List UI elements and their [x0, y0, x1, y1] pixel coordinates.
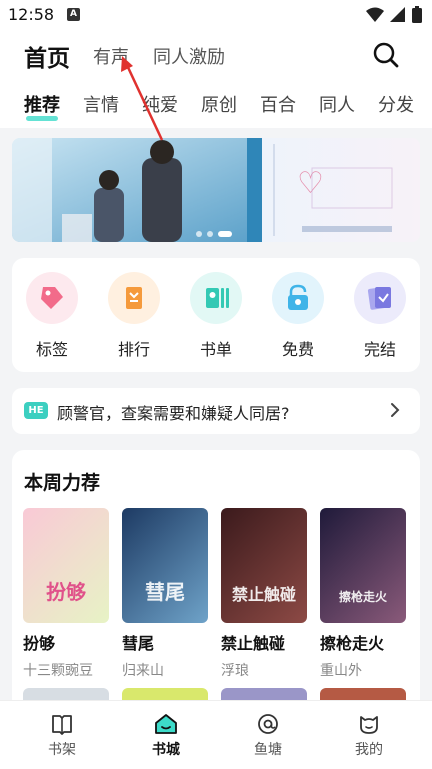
banner-pagination [196, 231, 232, 237]
chevron-right-icon [391, 403, 400, 417]
he-badge: HE [24, 402, 48, 419]
profile-icon [339, 711, 399, 737]
banner-illustration: ♡ [12, 138, 420, 242]
quick-action-label: 标签 [35, 340, 68, 359]
book-title: 擦枪走火 [320, 634, 385, 653]
tag-icon [26, 272, 78, 324]
book-author: 重山外 [320, 663, 362, 679]
notice-text: 顾警官，查案需要和嫌疑人同居? [57, 404, 290, 423]
quick-action-label: 排行 [117, 340, 150, 359]
quick-action-free[interactable]: 免费 [268, 272, 328, 360]
status-time: 12:58 [8, 5, 55, 24]
cat-tab-bl[interactable]: 纯爱 [142, 91, 178, 117]
ranking-icon [108, 272, 160, 324]
cat-tab-distribution[interactable]: 分发 [378, 91, 414, 117]
quick-action-ranking[interactable]: 排行 [104, 272, 164, 360]
top-nav: 首页 有声 同人激励 [0, 30, 432, 80]
quick-actions-card: 标签 排行 书单 免费 完结 [12, 258, 420, 372]
status-bar: 12:58 A [0, 0, 432, 30]
svg-text:♡: ♡ [297, 166, 324, 201]
section-title: 本周力荐 [24, 472, 101, 494]
top-tab-home[interactable]: 首页 [24, 39, 70, 73]
category-tabs: 推荐 言情 纯爱 原创 百合 同人 分发 [0, 80, 432, 128]
search-icon[interactable] [372, 41, 400, 69]
bottom-nav-fishpond[interactable]: 鱼塘 [238, 711, 298, 759]
cover-title-art: 扮够 [46, 580, 86, 604]
book-cover: 禁止触碰 [221, 508, 307, 623]
pagination-dot-active[interactable] [218, 231, 232, 237]
quick-action-label: 书单 [199, 340, 232, 359]
battery-icon [412, 6, 422, 23]
cover-title-art: 禁止触碰 [231, 585, 296, 604]
quick-action-booklist[interactable]: 书单 [186, 272, 246, 360]
notification-icon: A [67, 8, 80, 21]
book-author: 归来山 [122, 663, 164, 679]
cover-title-art: 彗尾 [145, 580, 185, 604]
book-title: 禁止触碰 [221, 634, 286, 653]
book-author: 浮琅 [221, 663, 249, 679]
quick-action-label: 免费 [281, 340, 314, 359]
book-cover: 扮够 [23, 508, 109, 623]
promo-banner[interactable]: ♡ [12, 138, 420, 242]
status-indicators [366, 6, 422, 23]
book-title: 彗尾 [122, 634, 155, 653]
cat-tab-gl[interactable]: 百合 [260, 91, 296, 117]
quick-action-tags[interactable]: 标签 [22, 272, 82, 360]
book-cover: 彗尾 [122, 508, 208, 623]
bottom-nav-label: 我的 [355, 742, 383, 758]
cover-title-art: 擦枪走火 [338, 590, 387, 604]
bookshelf-icon [32, 711, 92, 737]
cat-tab-recommend[interactable]: 推荐 [24, 91, 60, 117]
pagination-dot[interactable] [196, 231, 202, 237]
book-card[interactable]: 擦枪走火 擦枪走火 重山外 [320, 508, 406, 680]
top-tab-fanfic-incentive[interactable]: 同人激励 [153, 43, 225, 69]
book-card[interactable]: 彗尾 彗尾 归来山 [122, 508, 208, 680]
free-icon [272, 272, 324, 324]
book-title: 扮够 [23, 634, 56, 653]
book-card[interactable]: 禁止触碰 禁止触碰 浮琅 [221, 508, 307, 680]
bottom-nav-profile[interactable]: 我的 [339, 711, 399, 759]
wifi-icon [366, 7, 384, 22]
bottom-nav-label: 书架 [48, 742, 76, 758]
notice-bar[interactable]: HE 顾警官，查案需要和嫌疑人同居? [12, 388, 420, 434]
quick-action-label: 完结 [363, 340, 396, 359]
bottom-nav-bookstore[interactable]: 书城 [136, 711, 196, 759]
book-author: 十三颗豌豆 [23, 663, 93, 679]
bottom-nav: 书架 书城 鱼塘 我的 [0, 700, 432, 769]
signal-icon [390, 6, 405, 22]
cat-tab-romance[interactable]: 言情 [83, 91, 119, 117]
cat-tab-fanfic[interactable]: 同人 [319, 91, 355, 117]
bookstore-icon [136, 711, 196, 737]
pagination-dot[interactable] [207, 231, 213, 237]
quick-action-finished[interactable]: 完结 [350, 272, 410, 360]
top-tab-audio[interactable]: 有声 [93, 43, 129, 69]
bottom-nav-bookshelf[interactable]: 书架 [32, 711, 92, 759]
book-cover: 擦枪走火 [320, 508, 406, 623]
bottom-nav-label: 鱼塘 [254, 742, 282, 758]
finished-icon [354, 272, 406, 324]
cat-tab-original[interactable]: 原创 [201, 91, 237, 117]
booklist-icon [190, 272, 242, 324]
bottom-nav-label: 书城 [152, 742, 180, 758]
fishpond-icon [238, 711, 298, 737]
book-card[interactable]: 扮够 扮够 十三颗豌豆 [23, 508, 109, 680]
